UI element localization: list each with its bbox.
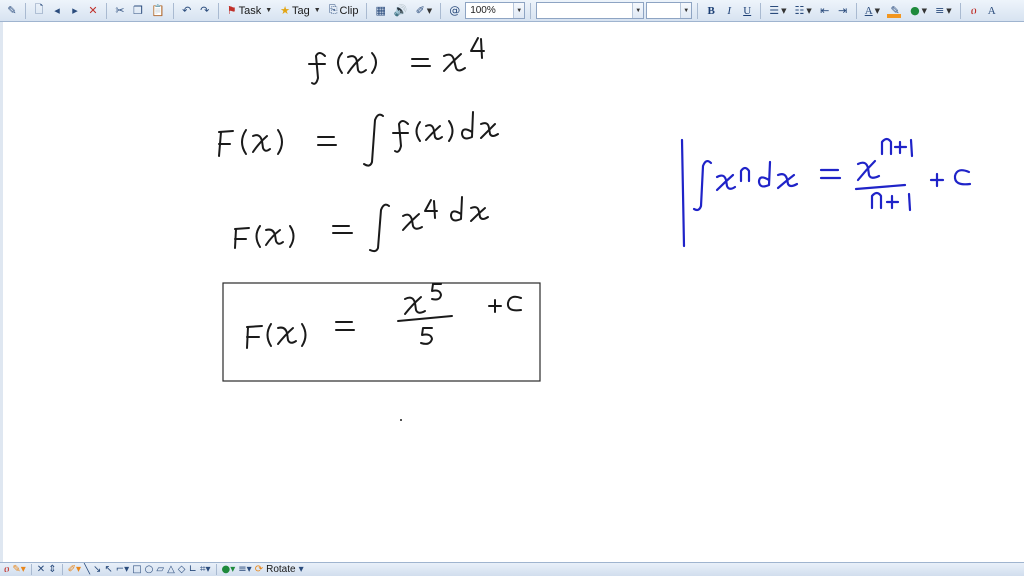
eraser-icon[interactable]: ✕ [37, 564, 45, 576]
axis-tool-icon[interactable]: ⌐▾ [116, 564, 129, 576]
toolbar-separator [30, 564, 32, 575]
fill-color-icon[interactable]: ●▾ [222, 564, 236, 576]
lasso-icon[interactable]: ዐ [4, 564, 9, 576]
ellipse-icon[interactable]: ○ [145, 564, 154, 576]
equation-F-answer [246, 283, 522, 349]
toolbar-separator [61, 564, 63, 575]
parallelogram-icon[interactable]: ▱ [156, 564, 164, 576]
line-tool-icon[interactable]: ╲ [84, 564, 90, 576]
grid-tool-icon[interactable]: ⌗▾ [200, 564, 211, 576]
graph-axis-icon[interactable]: ∟ [189, 564, 197, 576]
drawing-toolbar: ዐ ✎▾ ✕ ⇕ ✐▾ ╲ ↘ ↖ ⌐▾ □ ○ ▱ △ ◇ ∟ ⌗▾ ●▾ ≡… [0, 562, 1024, 576]
highlighter-icon[interactable]: ✐▾ [68, 564, 81, 576]
arrow-tool-icon[interactable]: ↘ [93, 564, 101, 576]
toolbar-separator [215, 564, 217, 575]
power-rule-formula [680, 137, 972, 248]
equation-F-integral-x4 [234, 196, 489, 253]
chevron-down-icon[interactable]: ▾ [299, 564, 304, 576]
equation-F-integral-f [218, 111, 499, 167]
rotate-icon[interactable]: ⟳ [255, 564, 263, 576]
answer-box [222, 282, 541, 382]
stray-ink-dot [400, 419, 402, 421]
pen-tool-icon[interactable]: ✎▾ [12, 564, 25, 576]
rectangle-icon[interactable]: □ [132, 564, 141, 576]
equation-f-of-x [308, 37, 485, 85]
double-arrow-icon[interactable]: ↖ [104, 564, 112, 576]
diamond-icon[interactable]: ◇ [178, 564, 186, 576]
line-style-icon[interactable]: ≡▾ [238, 564, 251, 576]
handwriting-layer [218, 37, 972, 421]
triangle-icon[interactable]: △ [167, 564, 175, 576]
rotate-button[interactable]: Rotate [266, 564, 295, 575]
insert-space-icon[interactable]: ⇕ [48, 564, 56, 576]
